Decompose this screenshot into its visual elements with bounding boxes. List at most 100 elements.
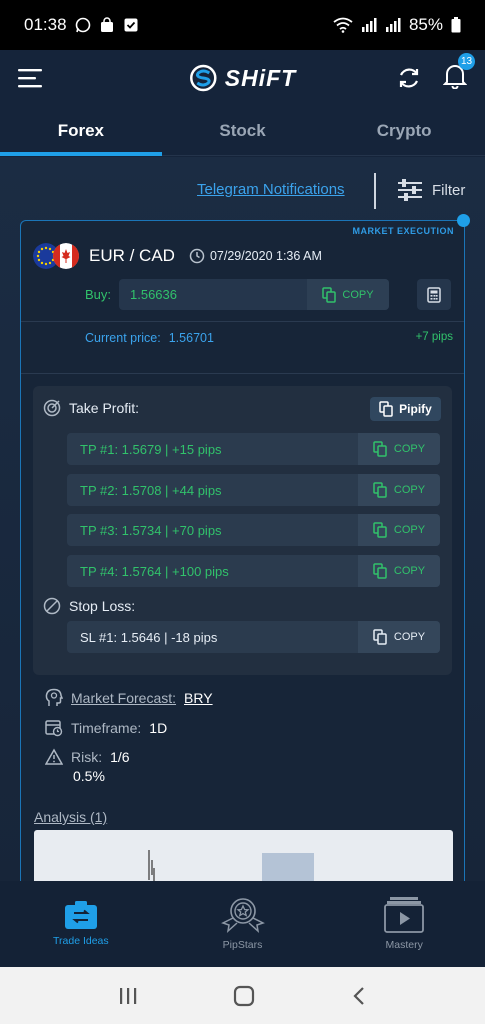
signal-icon-2	[385, 18, 401, 32]
battery-icon	[451, 17, 461, 33]
risk-row: Risk: 1/6	[45, 748, 130, 766]
nav-label: Mastery	[385, 939, 423, 951]
nav-pipstars[interactable]: PipStars	[162, 881, 324, 967]
tp-text: TP #4: 1.5764 | +100 pips	[80, 563, 229, 579]
signal-card[interactable]: MARKET EXECUTION EUR / CAD 07/29/2020 1:…	[20, 214, 470, 881]
canada-flag-icon	[53, 243, 79, 269]
tab-stock[interactable]: Stock	[162, 106, 324, 155]
filter-label: Filter	[432, 181, 466, 199]
app-header: SHiFT 13	[0, 50, 485, 106]
recent-apps-icon[interactable]	[118, 986, 138, 1006]
take-profit-title: Take Profit:	[43, 399, 139, 417]
copy-tp3-button[interactable]: COPY	[358, 514, 440, 546]
refresh-icon[interactable]	[397, 66, 421, 90]
tab-forex[interactable]: Forex	[0, 106, 162, 156]
telegram-notifications-link[interactable]: Telegram Notifications	[197, 181, 345, 198]
current-pips: +7 pips	[415, 331, 453, 343]
checkbox-notification-icon	[124, 18, 138, 32]
analysis-chart-graphic	[148, 850, 314, 881]
current-price-label: Current price:	[85, 331, 161, 345]
copy-icon	[373, 441, 387, 457]
copy-icon	[373, 522, 387, 538]
nav-mastery[interactable]: Mastery	[323, 881, 485, 967]
take-profit-label: Take Profit:	[69, 400, 140, 416]
nav-trade-ideas[interactable]: Trade Ideas	[0, 881, 162, 967]
buy-price-box: 1.56636 COPY	[119, 279, 389, 310]
copy-buy-button[interactable]: COPY	[307, 279, 389, 310]
award-star-icon	[220, 898, 265, 933]
toolbar-divider	[374, 173, 376, 209]
wifi-icon	[333, 17, 353, 33]
risk-label: Risk:	[71, 749, 103, 765]
risk-percent: 0.5%	[73, 768, 105, 784]
currency-pair: EUR / CAD	[89, 246, 175, 265]
pair-flags	[33, 243, 79, 269]
brand-name: SHiFT	[224, 64, 297, 91]
copy-icon	[373, 563, 387, 579]
back-icon[interactable]	[351, 986, 367, 1006]
market-forecast-row: Market Forecast: BRY	[45, 688, 213, 708]
tp-row-3: TP #3: 1.5734 | +70 pips COPY	[67, 514, 440, 546]
card-divider-2	[21, 373, 464, 374]
buy-row: Buy: 1.56636 COPY	[85, 279, 389, 310]
calendar-clock-icon	[45, 720, 63, 737]
trade-ideas-content[interactable]: Telegram Notifications Filter MARKET EXE…	[0, 157, 485, 881]
timeframe-label: Timeframe:	[71, 720, 142, 736]
shopping-bag-icon	[100, 17, 113, 32]
signal-datetime: 07/29/2020 1:36 AM	[189, 248, 322, 264]
notification-badge: 13	[458, 52, 475, 70]
brain-head-icon	[45, 688, 63, 706]
tp-row-2: TP #2: 1.5708 | +44 pips COPY	[67, 474, 440, 506]
forecast-label[interactable]: Market Forecast:	[71, 690, 176, 706]
system-navigation-bar	[0, 967, 485, 1024]
tp-row-1: TP #1: 1.5679 | +15 pips COPY	[67, 433, 440, 465]
clock-icon	[189, 248, 205, 264]
execution-type: MARKET EXECUTION	[352, 226, 454, 236]
copy-tp4-button[interactable]: COPY	[358, 555, 440, 587]
current-price-value: 1.56701	[168, 331, 214, 345]
analysis-chart-thumbnail[interactable]	[34, 830, 453, 881]
card-divider	[21, 321, 464, 322]
sl-row-1: SL #1: 1.5646 | -18 pips COPY	[67, 621, 440, 653]
datetime-text: 07/29/2020 1:36 AM	[209, 249, 322, 263]
buy-label: Buy:	[85, 287, 112, 302]
status-bar: 01:38 85%	[0, 0, 485, 50]
pipify-copy-icon	[379, 401, 393, 417]
shift-logo: SHiFT	[189, 64, 296, 92]
copy-icon	[322, 286, 337, 303]
buy-price: 1.56636	[130, 287, 177, 302]
battery-percent: 85%	[408, 15, 443, 34]
hamburger-menu-icon[interactable]	[18, 68, 44, 88]
nav-label: Trade Ideas	[53, 935, 109, 947]
sl-text: SL #1: 1.5646 | -18 pips	[80, 629, 218, 645]
risk-percent-row: 0.5%	[73, 768, 105, 784]
pipify-button[interactable]: Pipify	[370, 397, 441, 421]
copy-label: COPY	[342, 288, 374, 301]
analysis-link[interactable]: Analysis (1)	[34, 809, 107, 825]
warning-icon	[45, 748, 63, 765]
targets-panel: Take Profit: Pipify TP #1: 1.5679 | +15 …	[33, 386, 452, 675]
calculator-icon	[427, 286, 441, 303]
unread-dot	[457, 214, 470, 227]
copy-icon	[373, 482, 387, 498]
copy-tp2-button[interactable]: COPY	[358, 474, 440, 506]
pipify-label: Pipify	[399, 402, 432, 416]
stop-loss-title: Stop Loss:	[43, 597, 135, 615]
copy-label: COPY	[393, 565, 426, 577]
timeframe-row: Timeframe: 1D	[45, 719, 167, 737]
whatsapp-icon	[75, 17, 90, 33]
filter-button[interactable]: Filter	[398, 179, 465, 201]
copy-tp1-button[interactable]: COPY	[358, 433, 440, 465]
copy-sl1-button[interactable]: COPY	[358, 621, 440, 653]
signal-icon	[361, 18, 377, 32]
copy-icon	[373, 629, 387, 645]
calculator-button[interactable]	[417, 279, 451, 310]
current-price-row: Current price: 1.56701 +7 pips	[85, 331, 453, 345]
copy-label: COPY	[393, 484, 426, 496]
notifications-button[interactable]: 13	[442, 52, 475, 94]
tab-crypto[interactable]: Crypto	[323, 106, 485, 155]
trade-ideas-icon	[64, 901, 97, 929]
tp-text: TP #1: 1.5679 | +15 pips	[80, 441, 222, 457]
home-icon[interactable]	[233, 985, 255, 1007]
status-time: 01:38	[24, 15, 67, 34]
